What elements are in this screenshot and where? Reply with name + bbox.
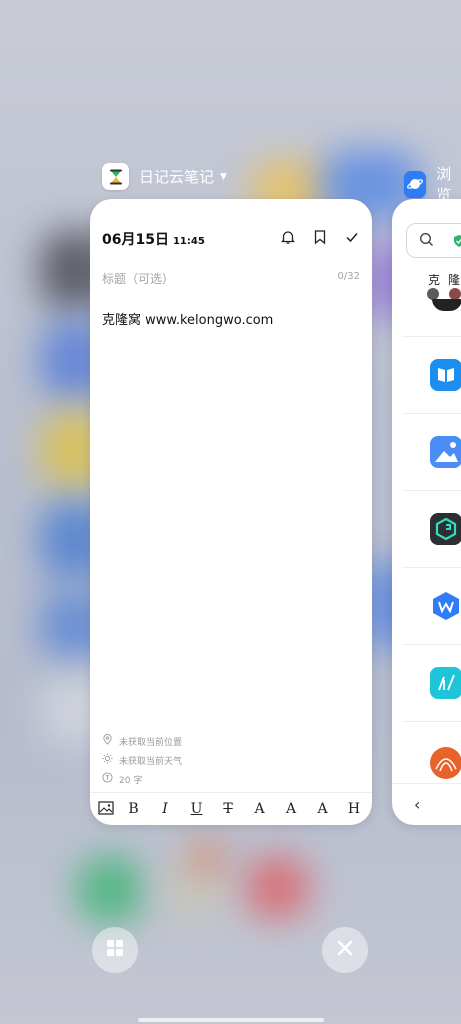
gallery-moon-icon[interactable] xyxy=(430,436,461,468)
search-icon xyxy=(419,232,434,251)
divider xyxy=(402,413,461,414)
search-input[interactable] xyxy=(406,223,461,258)
bell-icon[interactable] xyxy=(280,229,296,245)
italic-button[interactable]: I xyxy=(153,801,177,817)
shield-icon xyxy=(453,233,461,252)
divider xyxy=(402,336,461,337)
divider xyxy=(402,490,461,491)
note-header: 06月15日 11:45 xyxy=(102,229,205,249)
location-meta[interactable]: 未获取当前位置 xyxy=(102,734,182,748)
chevron-down-icon: ▼ xyxy=(220,171,227,182)
divider xyxy=(402,567,461,568)
word-count-meta: 20 字 xyxy=(102,772,142,786)
avatar-cropped xyxy=(432,299,461,311)
main-app-name: 日记云笔记 xyxy=(139,168,215,186)
divider xyxy=(392,783,461,784)
home-indicator[interactable] xyxy=(138,1018,324,1022)
font-size-button[interactable]: A xyxy=(248,801,272,817)
image-icon[interactable] xyxy=(98,800,114,819)
multi-window-button[interactable] xyxy=(92,927,138,973)
check-icon[interactable] xyxy=(344,229,360,245)
side-char: 隆 xyxy=(448,273,461,287)
font-size-decrease-button[interactable]: A xyxy=(311,801,335,817)
grid-icon xyxy=(106,939,124,961)
main-app-label[interactable]: 日记云笔记 ▼ xyxy=(102,163,227,190)
clear-all-button[interactable] xyxy=(322,927,368,973)
font-size-increase-button[interactable]: A xyxy=(279,801,303,817)
shell-app-icon[interactable] xyxy=(430,747,461,779)
weather-meta[interactable]: 未获取当前天气 xyxy=(102,753,182,767)
note-app-card[interactable]: 06月15日 11:45 标题（可选） 0/32 克隆窝 www.kelongw… xyxy=(90,199,372,825)
background-blur xyxy=(245,855,310,920)
note-date: 06月15日 xyxy=(102,232,169,248)
cleaner-app-icon[interactable] xyxy=(430,513,461,545)
browser-planet-icon xyxy=(404,170,427,198)
hourglass-icon xyxy=(102,163,129,190)
note-actions xyxy=(280,229,360,245)
strikethrough-button[interactable]: T xyxy=(216,801,240,817)
divider xyxy=(402,644,461,645)
close-icon xyxy=(337,940,353,960)
title-char-count: 0/32 xyxy=(337,271,360,282)
divider xyxy=(402,721,461,722)
wps-office-icon[interactable] xyxy=(430,590,461,622)
back-arrow-icon[interactable]: ‹ xyxy=(414,795,420,814)
format-toolbar: B I U T A A A H xyxy=(90,792,372,825)
location-pin-icon xyxy=(102,734,113,748)
side-char: 克 xyxy=(428,273,441,287)
note-time: 11:45 xyxy=(172,236,205,247)
underline-button[interactable]: U xyxy=(185,801,209,817)
sun-icon xyxy=(102,753,113,767)
location-text: 未获取当前位置 xyxy=(119,737,183,748)
word-count-icon xyxy=(102,772,113,786)
background-blur xyxy=(75,855,145,925)
word-count-text: 20 字 xyxy=(119,775,143,786)
bold-button[interactable]: B xyxy=(122,801,146,817)
side-chars: 克 隆 xyxy=(428,271,460,288)
note-body-text[interactable]: 克隆窝 www.kelongwo.com xyxy=(102,309,273,328)
background-blur xyxy=(190,840,225,875)
browser-app-card[interactable]: 克 隆 ‹ xyxy=(392,199,461,825)
book-app-icon[interactable] xyxy=(430,359,461,391)
bookmark-icon[interactable] xyxy=(312,229,328,245)
drawing-app-icon[interactable] xyxy=(430,667,461,699)
weather-text: 未获取当前天气 xyxy=(119,756,183,767)
note-title-input[interactable]: 标题（可选） xyxy=(102,270,174,287)
heading-button[interactable]: H xyxy=(342,801,366,817)
